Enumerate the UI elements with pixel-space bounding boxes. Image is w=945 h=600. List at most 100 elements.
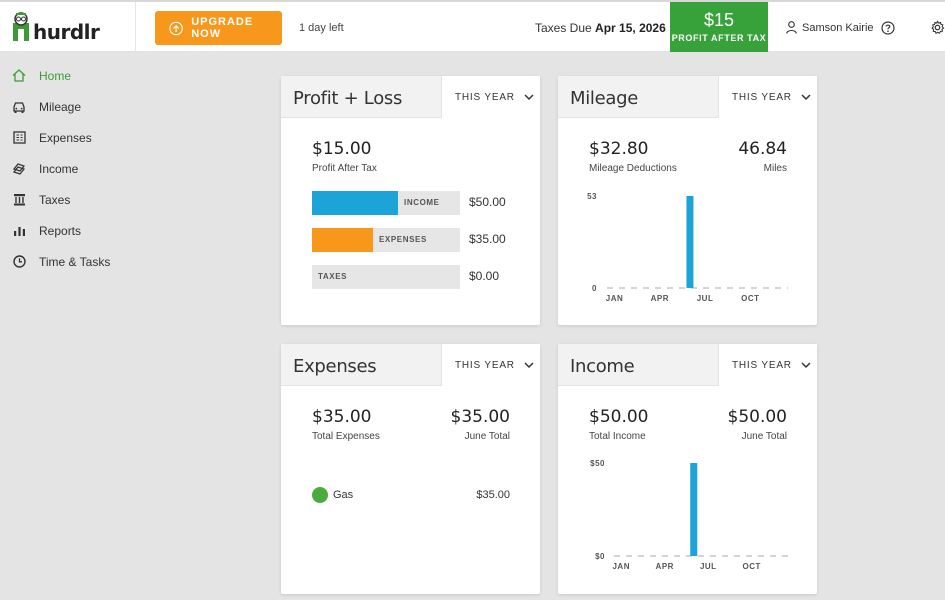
help-icon[interactable] <box>881 21 895 35</box>
sidebar-item-income[interactable]: Income <box>0 153 140 184</box>
sidebar-item-label: Reports <box>39 223 82 238</box>
building-icon <box>12 193 26 207</box>
y-tick-label: 53 <box>587 192 597 201</box>
car-icon <box>12 100 26 114</box>
taxes-due-label: Taxes Due <box>535 21 592 35</box>
y-tick-label: 0 <box>592 284 597 293</box>
expenses-bar-fill <box>312 228 373 252</box>
taxes-bar-label: TAXES <box>318 272 348 281</box>
upgrade-label: UPGRADE NOW <box>191 16 254 40</box>
sidebar: Home Mileage Expenses Income Taxes Repor… <box>0 60 140 277</box>
profit-after-tax-label: Profit After Tax <box>312 163 377 174</box>
chevron-down-icon <box>801 361 811 368</box>
june-total-label: June Total <box>464 431 510 442</box>
taxes-bar[interactable]: TAXES <box>312 265 460 289</box>
profit-after-tax-amount: $15.00 <box>312 139 372 159</box>
card-title: Profit + Loss <box>293 88 403 109</box>
x-tick-label: JAN <box>606 294 624 303</box>
june-total-amount: $35.00 <box>450 407 510 427</box>
profit-loss-card: Profit + Loss THIS YEAR $15.00 Profit Af… <box>281 76 540 325</box>
profit-after-tax-box[interactable]: $15 PROFIT AFTER TAX <box>670 2 768 52</box>
user-menu[interactable]: Samson Kairie <box>786 21 874 34</box>
top-bar: hurdlr UPGRADE NOW 1 day left Taxes Due … <box>0 0 945 52</box>
upgrade-button[interactable]: UPGRADE NOW <box>155 11 282 45</box>
x-tick-label: JUL <box>697 294 714 303</box>
expense-category-row[interactable]: Gas $35.00 <box>312 486 510 504</box>
total-expenses-label: Total Expenses <box>312 431 380 442</box>
card-title: Income <box>570 356 635 377</box>
chevron-down-icon <box>801 93 811 100</box>
income-card: Income THIS YEAR $50.00 Total Income $50… <box>558 344 817 594</box>
x-tick-label: OCT <box>741 294 759 303</box>
sidebar-item-mileage[interactable]: Mileage <box>0 91 140 122</box>
x-tick-label: OCT <box>743 562 761 571</box>
logo-icon <box>13 12 29 41</box>
expenses-bar-label: EXPENSES <box>379 235 427 244</box>
income-chart: $50 $0 JAN APR JUL OCT <box>590 459 788 571</box>
gear-icon[interactable] <box>930 20 945 35</box>
expenses-bar[interactable]: EXPENSES <box>312 228 460 252</box>
card-header: Profit + Loss THIS YEAR <box>281 76 540 118</box>
chart-bar-jun[interactable] <box>690 463 698 556</box>
mileage-chart: 53 0 JAN APR JUL OCT <box>587 192 788 303</box>
income-bar[interactable]: INCOME <box>312 191 460 215</box>
taxes-due: Taxes Due Apr 15, 2026 <box>535 21 666 35</box>
income-bar-value: $50.00 <box>469 195 506 209</box>
x-tick-label: JAN <box>612 562 630 571</box>
period-dropdown[interactable]: THIS YEAR <box>718 76 817 118</box>
home-icon <box>12 69 26 83</box>
period-dropdown[interactable]: THIS YEAR <box>441 344 540 386</box>
sidebar-item-label: Income <box>39 161 79 176</box>
x-tick-label: JUL <box>700 562 717 571</box>
category-color-dot <box>312 487 328 503</box>
card-title: Expenses <box>293 356 377 377</box>
trial-days-left: 1 day left <box>299 22 344 34</box>
expenses-bar-value: $35.00 <box>469 232 506 246</box>
period-dropdown[interactable]: THIS YEAR <box>718 344 817 386</box>
sidebar-item-label: Home <box>39 68 72 83</box>
card-header: Income THIS YEAR <box>558 344 817 386</box>
x-tick-label: APR <box>656 562 674 571</box>
chart-bar-jun[interactable] <box>686 196 694 288</box>
chevron-down-icon <box>524 93 534 100</box>
sidebar-item-label: Mileage <box>39 99 82 114</box>
sidebar-item-time-tasks[interactable]: Time & Tasks <box>0 246 140 277</box>
receipt-icon <box>12 131 26 145</box>
x-tick-label: APR <box>651 294 669 303</box>
income-bar-label: INCOME <box>404 198 440 207</box>
logo[interactable]: hurdlr <box>0 2 136 52</box>
upgrade-arrow-icon <box>169 21 183 35</box>
expenses-card: Expenses THIS YEAR $35.00 Total Expenses… <box>281 344 540 594</box>
taxes-due-date: Apr 15, 2026 <box>595 21 666 35</box>
clock-icon <box>12 255 26 269</box>
period-label: THIS YEAR <box>732 359 792 371</box>
sidebar-item-expenses[interactable]: Expenses <box>0 122 140 153</box>
sidebar-item-label: Expenses <box>39 130 92 145</box>
sidebar-item-taxes[interactable]: Taxes <box>0 184 140 215</box>
period-label: THIS YEAR <box>732 91 792 103</box>
profit-label: PROFIT AFTER TAX <box>671 33 767 43</box>
period-label: THIS YEAR <box>455 359 515 371</box>
sidebar-item-label: Taxes <box>39 192 71 207</box>
income-bar-fill <box>312 191 398 215</box>
money-icon <box>12 162 26 176</box>
category-value: $35.00 <box>476 489 510 501</box>
card-header: Mileage THIS YEAR <box>558 76 817 118</box>
bar-chart-icon <box>12 224 26 238</box>
y-tick-label: $0 <box>595 552 605 561</box>
sidebar-item-home[interactable]: Home <box>0 60 140 91</box>
total-expenses-amount: $35.00 <box>312 407 372 427</box>
card-header: Expenses THIS YEAR <box>281 344 540 386</box>
taxes-bar-value: $0.00 <box>469 269 500 283</box>
sidebar-item-label: Time & Tasks <box>39 254 111 269</box>
logo-text: hurdlr <box>33 20 100 44</box>
category-name: Gas <box>333 489 354 501</box>
profit-amount: $15 <box>703 10 735 30</box>
user-name: Samson Kairie <box>802 21 874 34</box>
period-dropdown[interactable]: THIS YEAR <box>441 76 540 118</box>
y-tick-label: $50 <box>590 459 605 468</box>
sidebar-item-reports[interactable]: Reports <box>0 215 140 246</box>
period-label: THIS YEAR <box>455 91 515 103</box>
user-icon <box>786 21 797 34</box>
mileage-card: Mileage THIS YEAR $32.80 Mileage Deducti… <box>558 76 817 325</box>
